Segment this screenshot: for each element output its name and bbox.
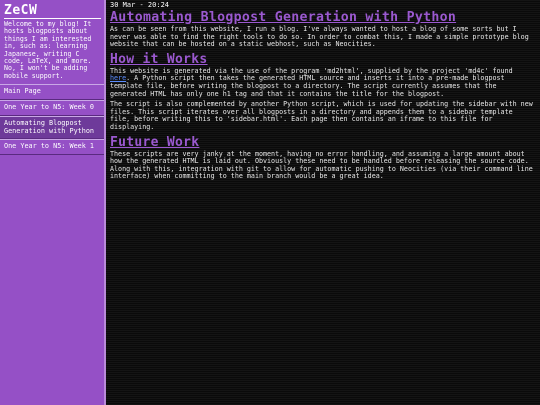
post-date: 30 Mar - 20:24 [110,1,170,9]
post-content: 30 Mar - 20:24 Automating Blogpost Gener… [106,0,540,405]
site-title: ZeCW [4,3,101,19]
how-it-works-heading: How it Works [110,51,208,67]
future-work-heading: Future Work [110,134,200,150]
post-title: Automating Blogpost Generation with Pyth… [110,10,457,25]
page: ZeCW Welcome to my blog! It hosts blogpo… [0,0,540,405]
sidebar: ZeCW Welcome to my blog! It hosts blogpo… [0,0,106,405]
sidebar-item-main-page[interactable]: Main Page [0,84,104,101]
sidebar-item-week-0[interactable]: One Year to N5: Week 0 [0,100,104,116]
sidebar-item-automating-blogpost[interactable]: Automating Blogpost Generation with Pyth… [0,115,104,140]
intro-paragraph: As can be seen from this website, I run … [110,25,529,49]
future-work-paragraph: These scripts are very janky at the mome… [110,149,533,181]
site-description: Welcome to my blog! It hosts blogposts a… [4,20,92,80]
how-it-works-paragraph-2: The script is also complemented by anoth… [110,100,533,131]
paragraph-text: . A Python script then takes the generat… [110,74,505,98]
how-it-works-paragraph-1: This website is generated via the use of… [110,67,534,98]
sidebar-item-week-1[interactable]: One Year to N5: Week 1 [0,139,104,156]
